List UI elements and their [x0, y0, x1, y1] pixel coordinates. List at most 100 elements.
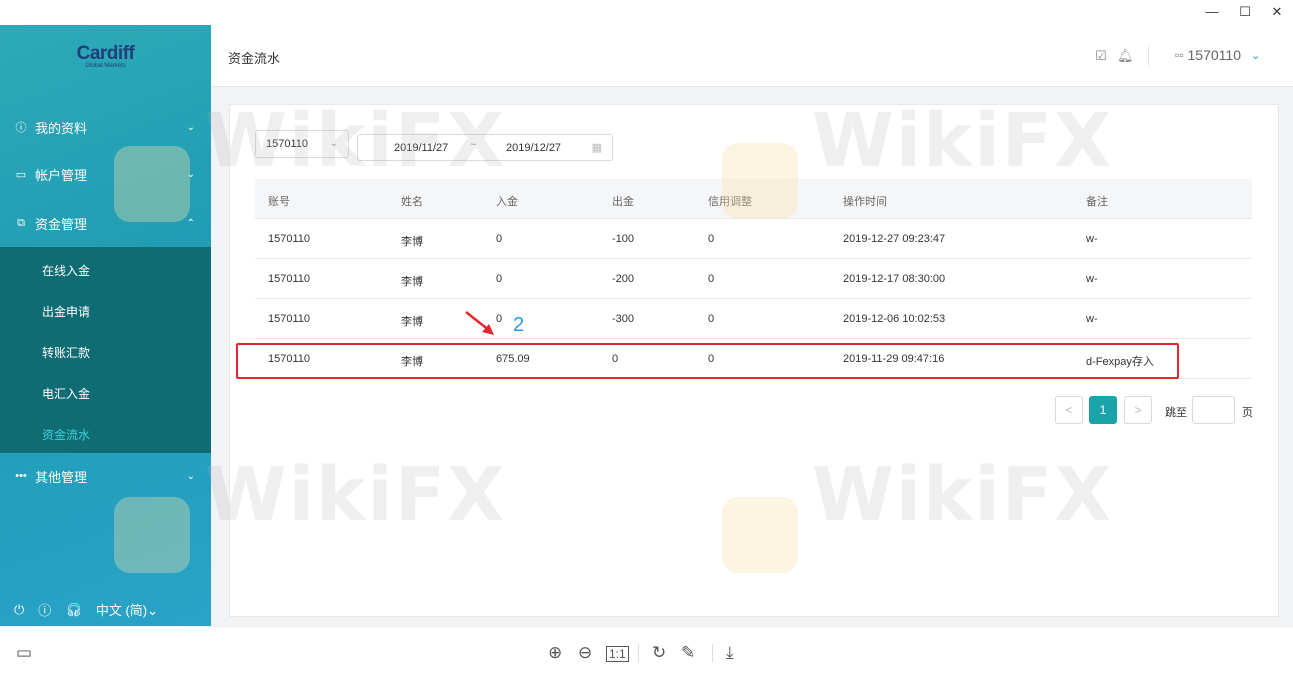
- chevron-down-icon: ⌄: [186, 470, 195, 482]
- cell-credit: 0: [708, 233, 715, 245]
- chevron-down-icon: ⌄: [186, 168, 195, 180]
- sidebar-item-account[interactable]: ▭ 帐户管理 ⌄: [0, 154, 211, 194]
- top-header: 资金流水 ☑ 🔔︎ ▫▫ 1570110 ⌄: [211, 25, 1293, 87]
- table-row: 1570110 李博 0 -100 0 2019-12-27 09:23:47 …: [255, 219, 1252, 259]
- cell-account: 1570110: [268, 273, 311, 285]
- language-selector[interactable]: 中文 (简)⌄: [96, 600, 158, 619]
- page-title: 资金流水: [228, 51, 281, 66]
- calendar-icon: ▦: [591, 142, 602, 154]
- page-1-button[interactable]: 1: [1089, 396, 1117, 424]
- cell-remark: w-: [1086, 313, 1098, 325]
- toolbar-divider: [638, 644, 639, 662]
- cell-name: 李博: [401, 276, 423, 288]
- card-icon: ▭: [15, 168, 27, 181]
- power-icon[interactable]: ⏻: [14, 602, 24, 618]
- download-icon[interactable]: ⤓: [726, 643, 734, 663]
- table-row: 1570110 李博 0 -200 0 2019-12-17 08:30:00 …: [255, 259, 1252, 299]
- sidebar-item-label: 其他管理: [35, 469, 88, 485]
- cell-deposit: 0: [496, 273, 503, 285]
- column-header: 备注: [1086, 196, 1108, 208]
- sidebar-footer: ⏻ ⓘ 🎧︎ 中文 (简)⌄: [14, 600, 158, 619]
- submenu-wire-deposit[interactable]: 电汇入金: [42, 385, 90, 402]
- date-end[interactable]: 2019/12/27: [506, 142, 561, 154]
- bell-icon[interactable]: 🔔︎: [1117, 48, 1134, 64]
- sidebar-item-label: 资金管理: [35, 216, 88, 232]
- cell-withdraw: -100: [612, 233, 635, 245]
- table-row: 1570110 李博 0 -300 0 2019-12-06 10:02:53 …: [255, 299, 1252, 339]
- jump-to-label: 跳至: [1165, 407, 1187, 419]
- sidebar: Cardiff Global Markets ⓘ 我的资料 ⌄ ▭ 帐户管理 ⌄…: [0, 25, 211, 626]
- page-unit-label: 页: [1242, 407, 1253, 419]
- cell-time: 2019-12-06 10:02:53: [843, 313, 946, 325]
- maximize-button[interactable]: ☐: [1235, 3, 1255, 21]
- account-select-value: 1570110: [266, 138, 309, 150]
- cell-withdraw: -200: [612, 273, 635, 285]
- prev-page-button[interactable]: <: [1055, 396, 1083, 424]
- header-divider: [1148, 45, 1149, 67]
- cell-name: 李博: [401, 316, 423, 328]
- viewer-toolbar: ▭ ⊕ ⊖ 1:1 ↻ ✎ ⤓: [0, 626, 1293, 685]
- user-menu[interactable]: ▫▫ 1570110 ⌄: [1175, 47, 1260, 63]
- sidebar-item-other[interactable]: ••• 其他管理 ⌄: [0, 456, 211, 496]
- cell-credit: 0: [708, 273, 715, 285]
- cell-remark: w-: [1086, 233, 1098, 245]
- logo-subtext: Global Markets: [85, 63, 126, 69]
- checkbox-task-icon[interactable]: ☑: [1095, 48, 1107, 64]
- column-header: 操作时间: [843, 196, 887, 208]
- highlight-box: [236, 343, 1179, 379]
- actual-size-icon[interactable]: 1:1: [606, 646, 629, 662]
- edit-pencil-icon[interactable]: ✎: [681, 643, 695, 663]
- sidebar-item-label: 帐户管理: [35, 167, 88, 183]
- date-separator: ~: [470, 139, 477, 151]
- rotate-icon[interactable]: ↻: [652, 643, 666, 663]
- next-page-button[interactable]: >: [1124, 396, 1152, 424]
- zoom-in-icon[interactable]: ⊕: [548, 643, 562, 663]
- cell-deposit: 0: [496, 233, 503, 245]
- sidebar-item-label: 我的资料: [35, 120, 88, 136]
- logo-text: Cardiff: [76, 43, 135, 64]
- column-header: 出金: [612, 196, 634, 208]
- headset-icon[interactable]: 🎧︎: [65, 602, 82, 618]
- money-icon: ⧉: [17, 216, 25, 229]
- cell-time: 2019-12-17 08:30:00: [843, 273, 946, 285]
- chevron-down-icon: ⌄: [1250, 49, 1261, 62]
- minimize-button[interactable]: —: [1202, 3, 1222, 21]
- table-header: 账号 姓名 入金 出金 信用调整 操作时间 备注: [255, 179, 1252, 219]
- cell-withdraw: -300: [612, 313, 635, 325]
- user-grid-icon: ▫▫: [1175, 48, 1184, 62]
- sidebar-item-profile[interactable]: ⓘ 我的资料 ⌄: [0, 107, 211, 147]
- cell-account: 1570110: [268, 233, 311, 245]
- column-header: 账号: [268, 196, 290, 208]
- info-circle-icon: ⓘ: [15, 122, 27, 134]
- account-select[interactable]: 1570110 ⌄: [255, 130, 349, 158]
- zoom-out-icon[interactable]: ⊖: [578, 643, 592, 663]
- date-range-picker[interactable]: 2019/11/27 ~ 2019/12/27 ▦: [357, 134, 613, 161]
- funds-submenu: 在线入金 出金申请 转账汇款 电汇入金 资金流水: [0, 247, 211, 453]
- info-icon[interactable]: ⓘ: [38, 600, 51, 619]
- chevron-down-icon: ⌄: [186, 121, 195, 133]
- window-titlebar: — ☐ ✕: [0, 0, 1293, 25]
- submenu-transfer[interactable]: 转账汇款: [42, 344, 90, 361]
- cell-time: 2019-12-27 09:23:47: [843, 233, 946, 245]
- cell-account: 1570110: [268, 313, 311, 325]
- cell-remark: w-: [1086, 273, 1098, 285]
- toolbar-divider: [712, 644, 713, 662]
- user-account: 1570110: [1187, 47, 1241, 63]
- cell-name: 李博: [401, 236, 423, 248]
- submenu-fund-flow[interactable]: 资金流水: [42, 426, 90, 443]
- annotation-number: 2: [513, 314, 525, 336]
- column-header: 姓名: [401, 196, 423, 208]
- sidebar-item-funds[interactable]: ⧉ 资金管理 ⌃: [0, 203, 211, 243]
- chevron-up-icon: ⌃: [186, 217, 195, 229]
- chevron-down-icon: ⌄: [329, 138, 338, 149]
- annotation-arrow-icon: [465, 311, 494, 335]
- brand-logo: Cardiff Global Markets: [0, 25, 211, 87]
- date-start[interactable]: 2019/11/27: [394, 142, 448, 154]
- thumbnail-panel-icon[interactable]: ▭: [16, 643, 32, 663]
- column-header: 入金: [496, 196, 518, 208]
- more-dots-icon: •••: [15, 470, 27, 482]
- submenu-withdraw-request[interactable]: 出金申请: [42, 303, 90, 320]
- submenu-online-deposit[interactable]: 在线入金: [42, 262, 90, 279]
- close-button[interactable]: ✕: [1267, 3, 1287, 21]
- jump-page-input[interactable]: [1192, 396, 1235, 424]
